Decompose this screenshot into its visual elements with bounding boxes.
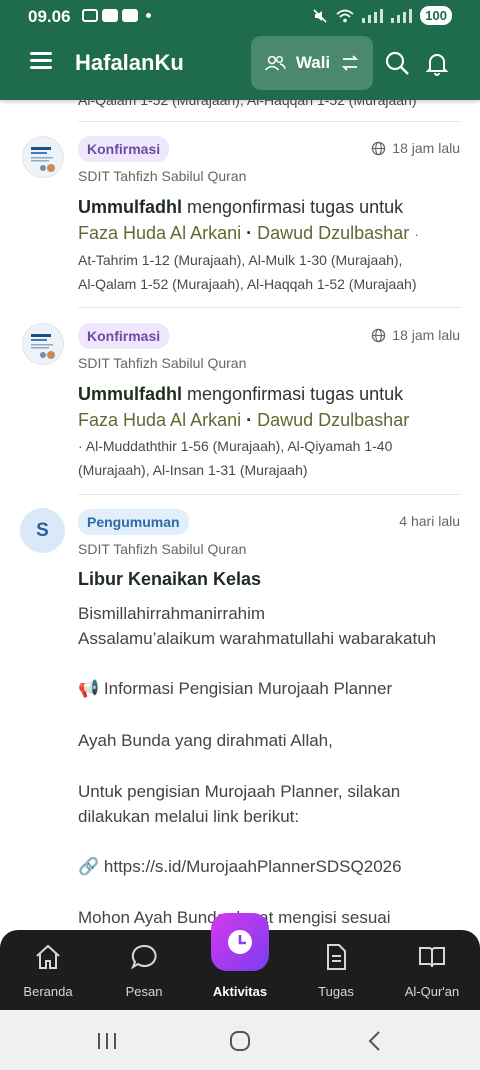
nav-label: Pesan	[125, 984, 163, 999]
youtube-icon	[102, 9, 118, 22]
more-dot-icon	[146, 13, 151, 18]
menu-button[interactable]	[30, 52, 52, 70]
timestamp: 4 hari lalu	[399, 513, 460, 529]
announcement-title: Libur Kenaikan Kelas	[78, 569, 262, 589]
bell-icon[interactable]	[424, 50, 450, 76]
home-icon	[36, 944, 60, 969]
confirmation-headline: Ummulfadhl mengonfirmasi tugas untuk Faz…	[78, 381, 462, 433]
nav-pesan[interactable]: Pesan	[96, 930, 192, 1010]
time-text: 18 jam lalu	[392, 140, 460, 156]
student-name: Dawud Dzulbashar	[257, 223, 410, 243]
nav-label: Beranda	[23, 984, 73, 999]
app-header: 09.06 100 HafalanKu Wali	[0, 0, 480, 100]
divider	[78, 121, 461, 122]
separator: ·	[246, 223, 253, 243]
battery-level: 100	[420, 6, 452, 25]
signal-icon	[391, 8, 413, 23]
announcement-body-line: Bismillahirrahmanirrahim	[78, 604, 266, 623]
globe-icon	[372, 328, 386, 342]
task-detail-line: At-Tahrim 1-12 (Murajaah), Al-Mulk 1-30 …	[78, 252, 403, 268]
nav-label: Al-Qur'an	[404, 984, 460, 999]
nav-tugas[interactable]: Tugas	[288, 930, 384, 1010]
announcement-badge: Pengumuman	[78, 509, 189, 535]
announcement-body-line: dilakukan melalui link berikut:	[78, 807, 300, 826]
school-name: SDIT Tahfizh Sabilul Quran	[78, 541, 247, 557]
nav-beranda[interactable]: Beranda	[0, 930, 96, 1010]
confirmation-badge: Konfirmasi	[78, 136, 170, 162]
timestamp: 18 jam lalu	[371, 140, 460, 156]
separator: ·	[246, 410, 253, 430]
search-icon[interactable]	[384, 50, 410, 76]
chat-bubble-icon	[130, 944, 157, 970]
action-text: mengonfirmasi tugas untuk	[187, 384, 404, 404]
role-label: Wali	[295, 53, 331, 72]
time-text: 18 jam lalu	[392, 327, 460, 343]
book-icon	[419, 947, 445, 968]
confirmation-headline: Ummulfadhl mengonfirmasi tugas untuk Faz…	[78, 197, 419, 243]
wifi-icon	[336, 9, 354, 22]
youtube-icon	[122, 9, 138, 22]
status-time: 09.06	[28, 7, 71, 26]
school-name: SDIT Tahfizh Sabilul Quran	[78, 355, 247, 371]
task-detail-line: Al-Qalam 1-52 (Murajaah), Al-Haqqah 1-52…	[78, 276, 417, 292]
users-icon	[264, 55, 286, 71]
school-logo-avatar	[22, 136, 64, 178]
notification-icons	[82, 9, 151, 22]
task-detail-line: · Al-Muddaththir 1-56 (Murajaah), Al-Qiy…	[78, 438, 393, 454]
status-right: 100	[312, 6, 452, 25]
avatar: S	[20, 508, 65, 553]
back-icon[interactable]	[362, 1028, 388, 1054]
status-bar: 09.06 100	[0, 0, 480, 34]
nav-al-quran[interactable]: Al-Qur'an	[384, 930, 480, 1010]
globe-icon	[372, 141, 386, 155]
role-switch-button[interactable]: Wali	[251, 36, 373, 90]
announcement-link[interactable]: 🔗 https://s.id/MurojaahPlannerSDSQ2026	[78, 857, 402, 877]
announcement-body-line: 📢 Informasi Pengisian Murojaah Planner	[78, 679, 393, 698]
screenshot-icon	[82, 9, 98, 22]
action-text: mengonfirmasi tugas untuk	[187, 197, 404, 217]
document-icon	[327, 944, 346, 970]
student-name: Faza Huda Al Arkani	[78, 223, 242, 243]
home-button-icon[interactable]	[227, 1028, 253, 1054]
signal-icon	[362, 8, 384, 23]
divider	[78, 494, 461, 495]
school-name: SDIT Tahfizh Sabilul Quran	[78, 168, 247, 184]
nav-label: Aktivitas	[212, 984, 268, 999]
announcement-body-line: Assalamu’alaikum warahmatullahi wabaraka…	[78, 629, 437, 648]
school-logo-avatar	[22, 323, 64, 365]
student-name: Dawud Dzulbashar	[257, 410, 410, 430]
announcement-body-line: Untuk pengisian Murojaah Planner, silaka…	[78, 782, 401, 801]
task-detail-line: (Murajaah), Al-Insan 1-31 (Murajaah)	[78, 462, 308, 478]
system-navigation-bar	[0, 1010, 480, 1070]
app-title: HafalanKu	[75, 50, 184, 75]
timestamp: 18 jam lalu	[371, 327, 460, 343]
mute-icon	[313, 8, 327, 23]
activity-feed[interactable]: Al-Qalam 1-52 (Murajaah), Al-Haqqah 1-52…	[0, 0, 480, 930]
activity-fab-button[interactable]	[211, 913, 269, 971]
actor-name: Ummulfadhl	[78, 197, 183, 217]
announcement-body-line: Ayah Bunda yang dirahmati Allah,	[78, 731, 333, 750]
clock-icon	[228, 930, 252, 954]
actor-name: Ummulfadhl	[78, 384, 183, 404]
nav-label: Tugas	[318, 984, 354, 999]
swap-icon	[341, 55, 359, 71]
recent-apps-icon[interactable]	[94, 1028, 120, 1054]
confirmation-badge: Konfirmasi	[78, 323, 170, 349]
student-name: Faza Huda Al Arkani	[78, 410, 242, 430]
divider	[78, 307, 461, 308]
